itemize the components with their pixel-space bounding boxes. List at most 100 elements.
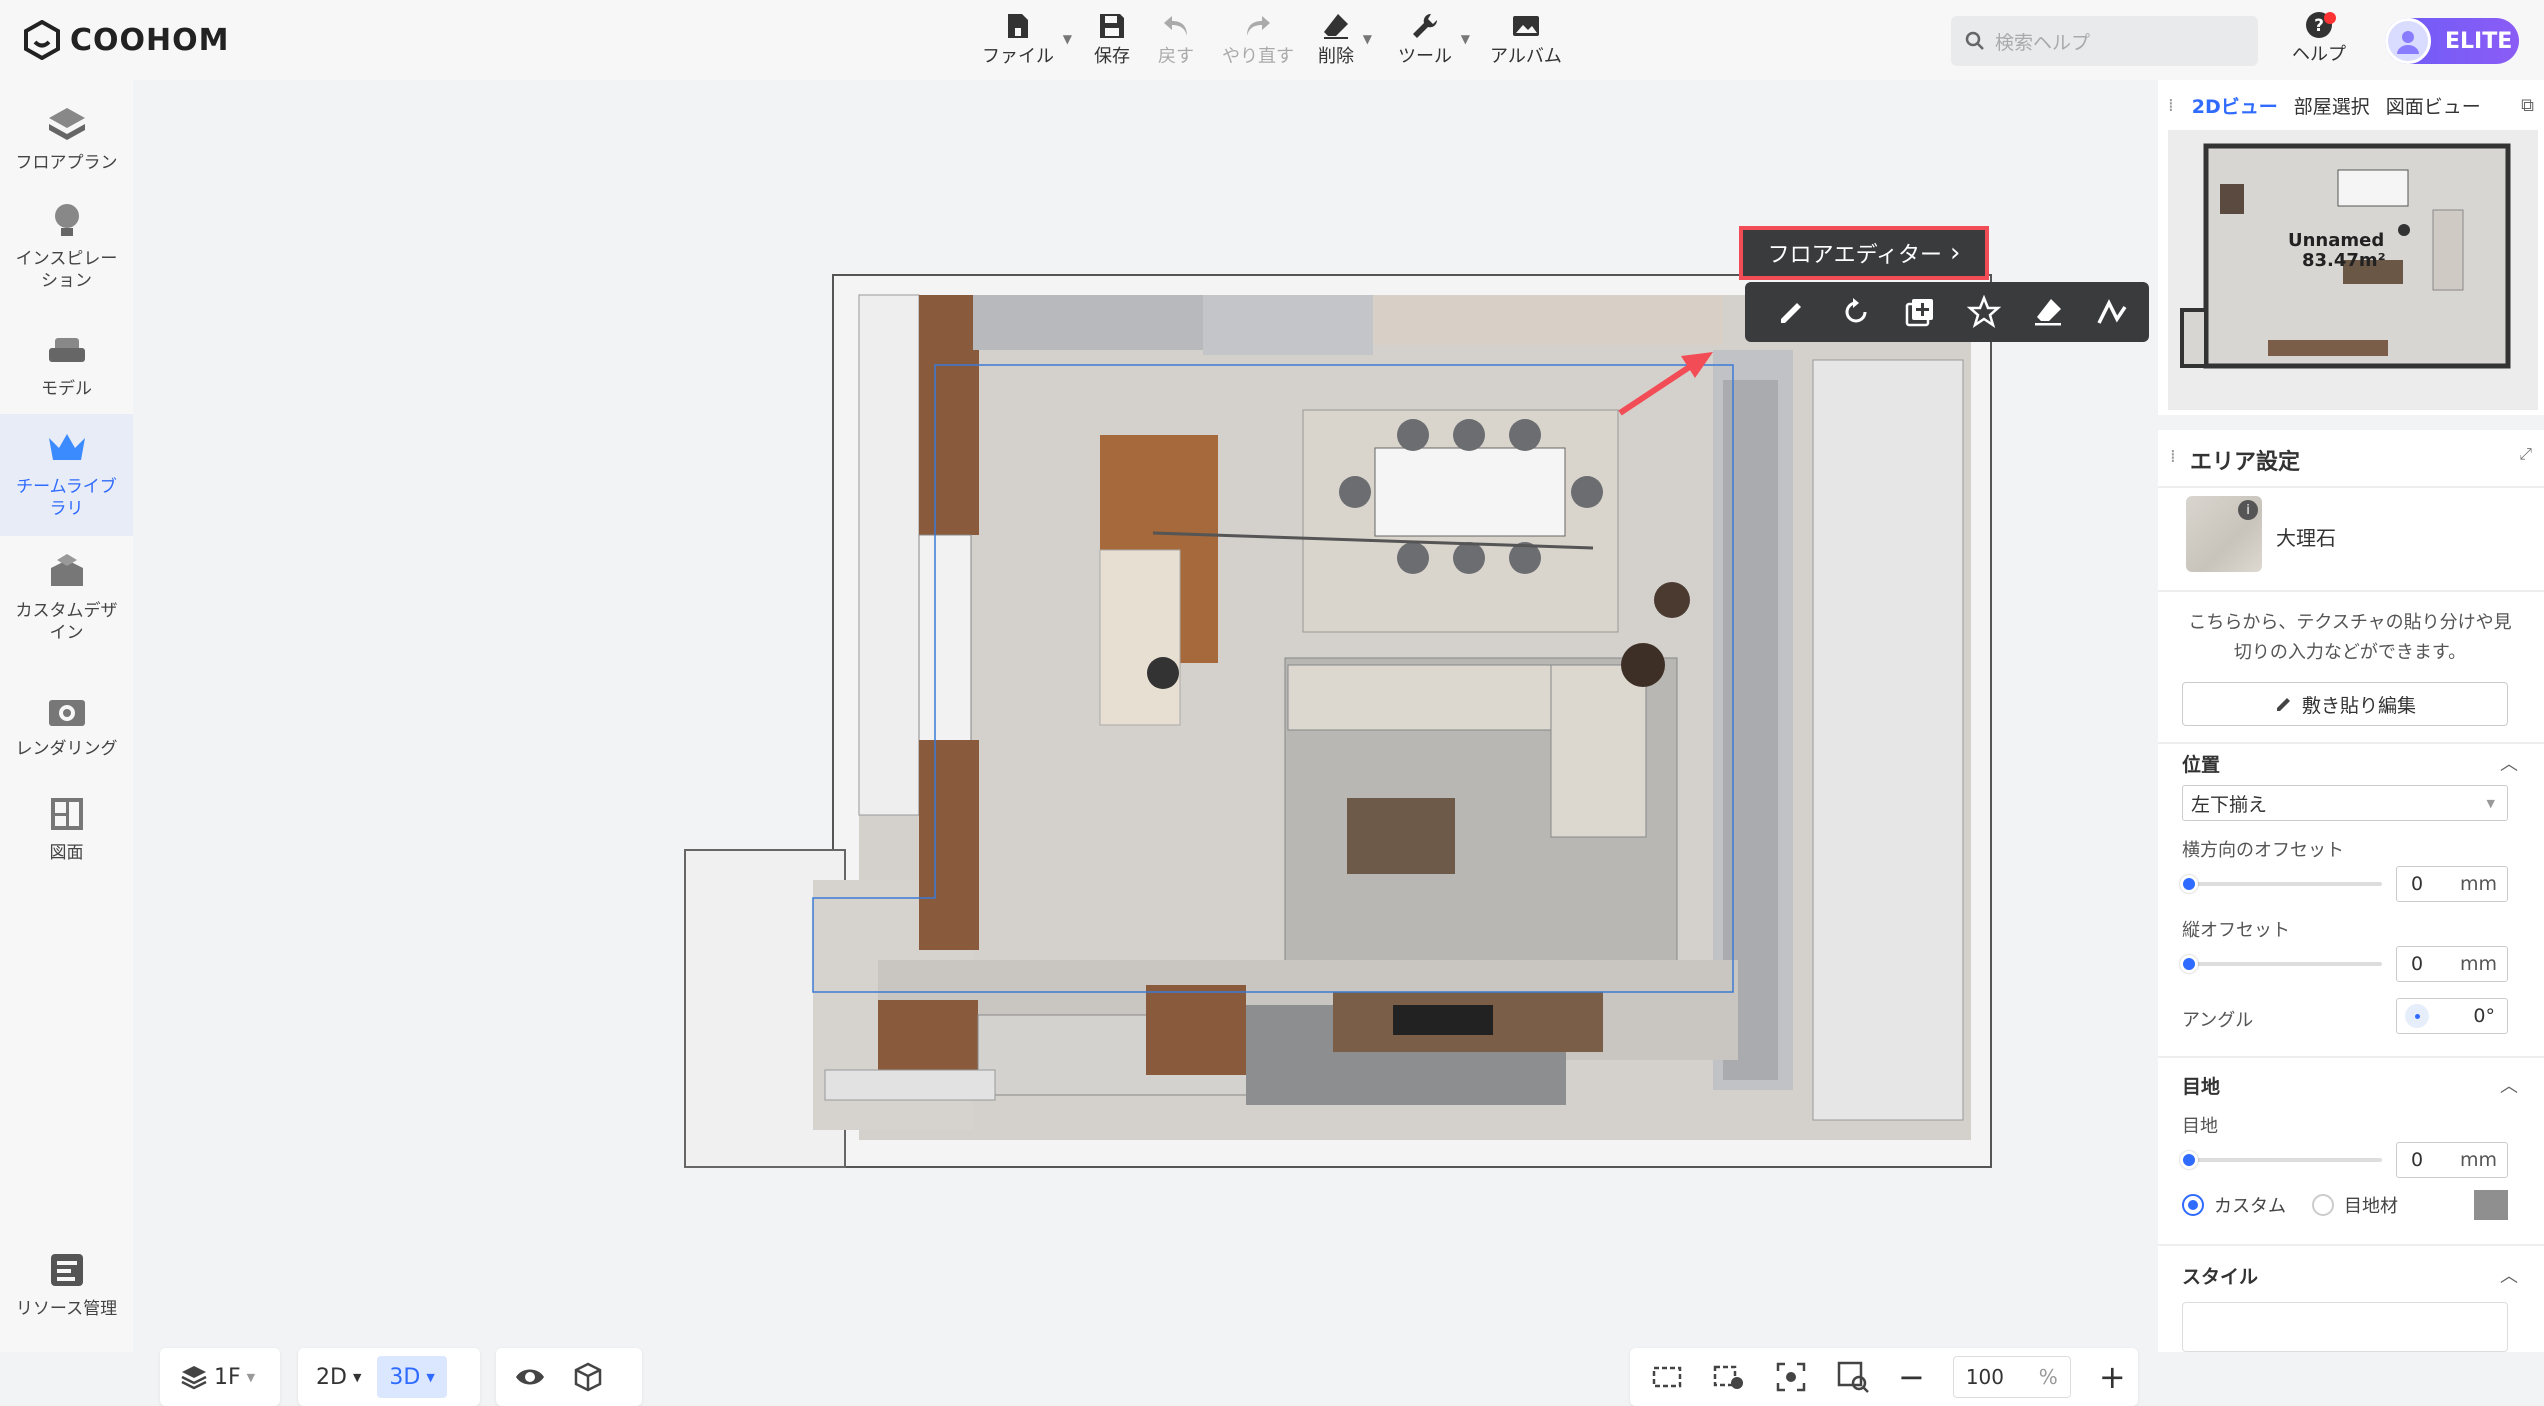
sidebar-item-team-library[interactable]: チームライブラリ xyxy=(0,414,133,536)
floor-editor-label: フロアエディター xyxy=(1767,243,1943,268)
brand-name: COOHOM xyxy=(70,22,230,58)
user-icon xyxy=(2397,31,2419,54)
divider xyxy=(2158,1056,2544,1058)
pencil-icon[interactable] xyxy=(1775,295,1809,329)
delete-menu-button[interactable]: 削除 ▼ xyxy=(1318,10,1372,68)
slider-knob[interactable] xyxy=(2180,955,2198,973)
sidebar-item-label: モデル xyxy=(41,379,92,399)
joint-slider[interactable] xyxy=(2180,1151,2382,1169)
expand-icon[interactable]: ⤢ xyxy=(2519,444,2532,464)
alignment-select[interactable]: 左下揃え ▼ xyxy=(2182,785,2508,821)
sidebar-item-rendering[interactable]: レンダリング xyxy=(0,688,133,768)
sidebar-item-resource-management[interactable]: リソース管理 xyxy=(0,1248,133,1328)
floor-dropdown[interactable]: 1F ▼ xyxy=(168,1356,267,1398)
minimap[interactable]: Unnamed 83.47m² xyxy=(2168,130,2538,410)
eraser-icon xyxy=(1324,14,1348,39)
star-icon[interactable] xyxy=(1967,295,2001,329)
chevron-down-icon: ▼ xyxy=(2486,796,2495,810)
sidebar-item-floor-plan[interactable]: フロアプラン xyxy=(0,102,133,182)
chevron-up-icon[interactable]: ︿ xyxy=(2500,1262,2518,1288)
elite-badge: ELITE xyxy=(2445,28,2513,54)
divider xyxy=(2158,742,2544,744)
notification-dot xyxy=(2324,12,2336,24)
style-box[interactable] xyxy=(2182,1302,2508,1352)
slider-knob[interactable] xyxy=(2180,1151,2198,1169)
eraser-icon[interactable] xyxy=(2031,295,2065,329)
logo[interactable]: COOHOM xyxy=(24,20,230,60)
unit-label: mm xyxy=(2459,1149,2497,1171)
joint-input[interactable]: 0 mm xyxy=(2396,1142,2508,1178)
radio-joint-material[interactable] xyxy=(2312,1194,2334,1216)
help-button[interactable]: ? ヘルプ xyxy=(2292,10,2346,66)
file-label: ファイル xyxy=(982,46,1054,67)
angle-value: 0° xyxy=(2473,1005,2495,1027)
view-3d-button[interactable]: 3D ▼ xyxy=(377,1356,447,1398)
floor-editor-button[interactable]: フロアエディター › xyxy=(1739,226,1989,280)
sidebar-item-drawing[interactable]: 図面 xyxy=(0,792,133,872)
floating-edit-toolbar xyxy=(1745,282,2149,342)
material-name: 大理石 xyxy=(2276,526,2336,550)
angle-input[interactable]: 0° xyxy=(2396,998,2508,1034)
search-input[interactable]: 検索ヘルプ xyxy=(1951,16,2258,66)
v-offset-slider[interactable] xyxy=(2180,955,2382,973)
angle-dial-icon[interactable] xyxy=(2405,1004,2429,1028)
floor-selector[interactable]: 1F ▼ xyxy=(160,1348,280,1406)
chevron-down-icon: ▼ xyxy=(352,1370,362,1384)
sidebar-item-inspiration[interactable]: インスピレーション xyxy=(0,198,133,298)
file-menu-button[interactable]: ファイル ▼ xyxy=(982,10,1072,68)
save-button[interactable]: 保存 xyxy=(1094,10,1130,68)
h-offset-input[interactable]: 0 mm xyxy=(2396,866,2508,902)
drag-handle-icon[interactable]: ⁞ xyxy=(2170,446,2176,467)
chevron-up-icon[interactable]: ︿ xyxy=(2500,1072,2518,1098)
v-offset-value: 0 xyxy=(2411,953,2424,975)
fit-screen-icon[interactable] xyxy=(1650,1360,1684,1394)
redo-button[interactable]: やり直す xyxy=(1222,10,1294,68)
view-3d-label: 3D xyxy=(389,1364,421,1390)
zoom-out-button[interactable]: − xyxy=(1898,1358,1925,1396)
sidebar-item-label: フロアプラン xyxy=(15,153,118,173)
tools-menu-button[interactable]: ツール ▼ xyxy=(1398,10,1470,68)
tab-drawing-view[interactable]: 図面ビュー xyxy=(2378,92,2489,119)
user-account-button[interactable]: ELITE xyxy=(2385,18,2519,64)
chevron-up-icon[interactable]: ︿ xyxy=(2500,750,2518,776)
line-edit-icon[interactable] xyxy=(2095,295,2129,329)
joint-color-swatch[interactable] xyxy=(2474,1190,2508,1220)
sidebar-item-model[interactable]: モデル xyxy=(0,328,133,408)
drag-handle-icon[interactable]: ⁞ xyxy=(2158,95,2184,116)
joint-section-heading: 目地 xyxy=(2182,1076,2221,1098)
tile-layout-edit-button[interactable]: 敷き貼り編集 xyxy=(2182,682,2508,726)
eye-icon[interactable] xyxy=(514,1361,546,1393)
divider xyxy=(2158,590,2544,592)
view-2d-button[interactable]: 2D ▼ xyxy=(304,1356,373,1398)
zoom-area-icon[interactable] xyxy=(1836,1360,1870,1394)
zoom-input[interactable]: 100 % xyxy=(1952,1356,2071,1398)
redo-label: やり直す xyxy=(1222,46,1294,67)
focus-icon[interactable] xyxy=(1774,1360,1808,1394)
lightbulb-icon xyxy=(54,204,79,236)
add-copy-icon[interactable] xyxy=(1903,295,1937,329)
h-offset-slider[interactable] xyxy=(2180,875,2382,893)
top-bar: COOHOM ファイル ▼ 保存 戻す やり直す 削除 ▼ ツール ▼ アルバム… xyxy=(0,0,2544,80)
radio-custom[interactable] xyxy=(2182,1194,2204,1216)
tab-room-select[interactable]: 部屋選択 xyxy=(2286,92,2378,119)
redo-icon xyxy=(1247,16,1270,36)
v-offset-input[interactable]: 0 mm xyxy=(2396,946,2508,982)
slider-knob[interactable] xyxy=(2180,875,2198,893)
album-button[interactable]: アルバム xyxy=(1490,10,1562,68)
expand-panel-icon[interactable]: ⧉ xyxy=(2521,95,2534,116)
view-settings-icon[interactable] xyxy=(1712,1360,1746,1394)
save-label: 保存 xyxy=(1094,46,1130,67)
sidebar-item-custom-design[interactable]: カスタムデザイン xyxy=(0,550,133,660)
sidebar-item-label: カスタムデザイン xyxy=(15,601,118,643)
undo-button[interactable]: 戻す xyxy=(1158,10,1194,68)
zoom-in-button[interactable]: + xyxy=(2099,1358,2126,1396)
material-thumbnail[interactable]: i xyxy=(2186,496,2262,572)
layers-icon xyxy=(181,1366,207,1390)
divider xyxy=(2158,1244,2544,1246)
info-icon[interactable]: i xyxy=(2238,500,2258,520)
tab-2d-view[interactable]: 2Dビュー xyxy=(2184,92,2286,119)
display-controls xyxy=(496,1348,642,1406)
cube-icon[interactable] xyxy=(572,1361,604,1393)
rotate-icon[interactable] xyxy=(1839,295,1873,329)
svg-text:?: ? xyxy=(2314,16,2324,36)
